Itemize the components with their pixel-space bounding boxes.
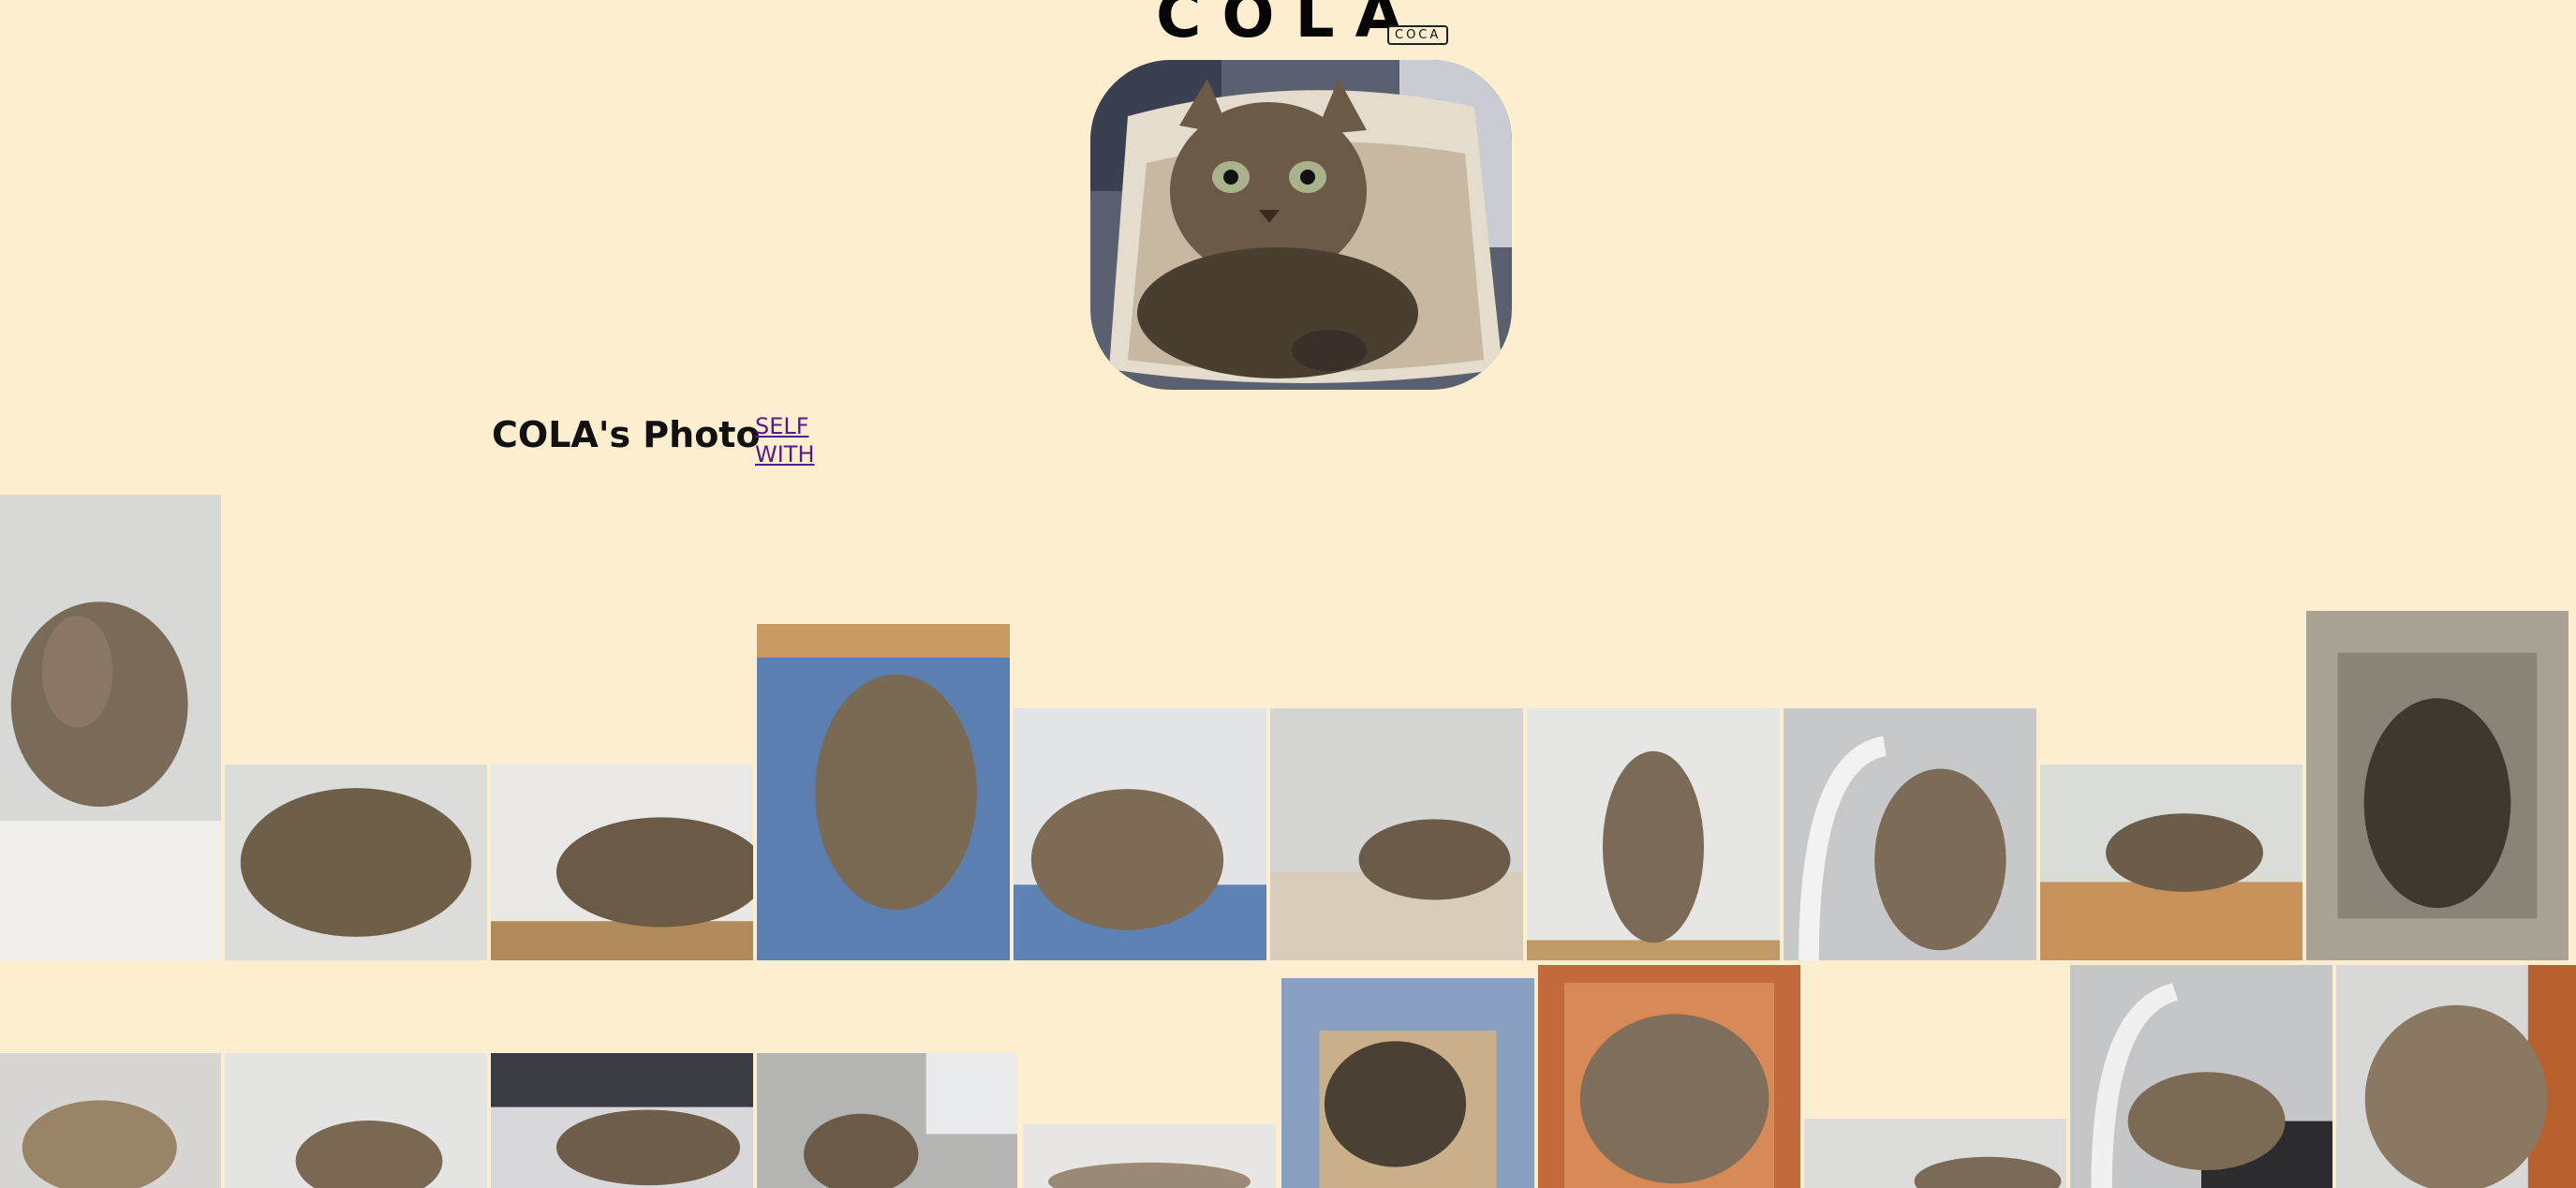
cat-photo[interactable] [2040,765,2302,960]
cat-photo[interactable] [0,495,221,960]
hero-cat-photo [1090,60,1512,390]
tag-badge[interactable]: COCA [1387,25,1449,45]
cat-photo[interactable] [1527,708,1780,960]
cat-photo[interactable] [225,765,487,960]
cat-photo[interactable] [1014,708,1266,960]
cat-photo[interactable] [757,624,1010,960]
cat-photo[interactable] [2306,611,2569,960]
cat-photo[interactable] [0,1053,221,1188]
cat-photo[interactable] [1281,978,1534,1188]
gallery-title: COLA's Photo [492,414,761,455]
cat-photo[interactable] [1270,708,1523,960]
nav-link-self[interactable]: SELF [755,412,815,440]
cat-photo[interactable] [1023,1124,1276,1188]
cat-photo[interactable] [1538,965,1800,1188]
cat-photo[interactable] [2336,965,2576,1188]
nav-link-with[interactable]: WITH [755,440,815,468]
cat-photo[interactable] [1804,1119,2066,1188]
cat-photo[interactable] [757,1053,1017,1188]
site-title: COLA [1156,0,1424,52]
cat-photo[interactable] [491,1053,753,1188]
cat-photo[interactable] [491,765,753,960]
cat-photo[interactable] [2070,965,2332,1188]
gallery-nav: SELF WITH [755,412,815,468]
cat-photo[interactable] [1784,708,2036,960]
cat-photo[interactable] [225,1053,487,1188]
